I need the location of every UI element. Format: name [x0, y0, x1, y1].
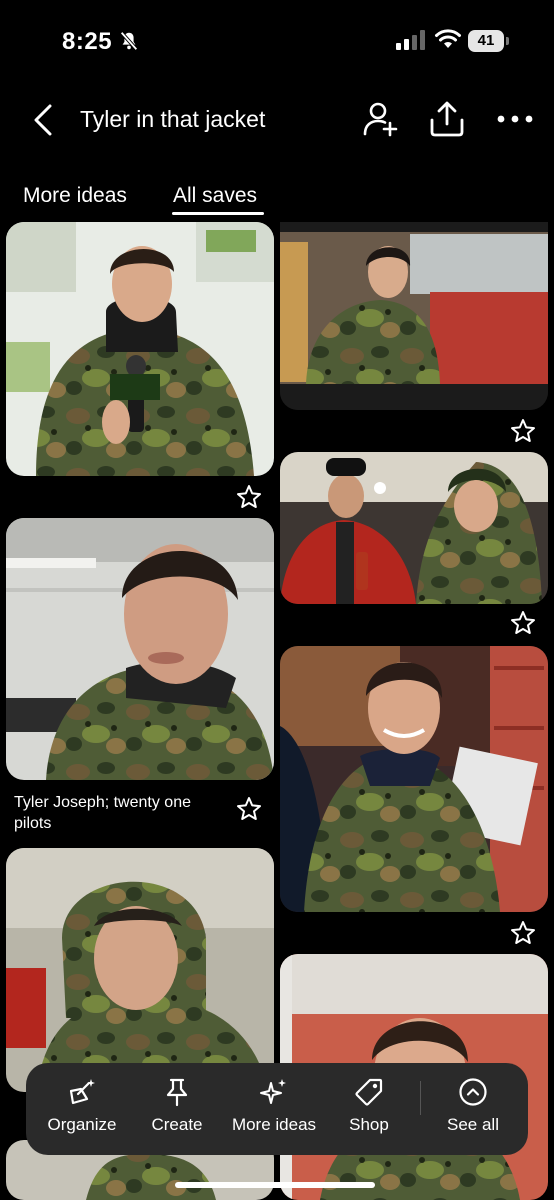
organize-icon: [69, 1079, 95, 1105]
battery-level: 41: [468, 30, 504, 52]
board-title: Tyler in that jacket: [80, 106, 266, 132]
battery-icon: 41: [468, 30, 510, 52]
pin-image[interactable]: [6, 518, 274, 780]
star-icon[interactable]: [510, 418, 536, 444]
wifi-icon: [435, 29, 461, 48]
home-indicator[interactable]: [175, 1182, 375, 1188]
see-all-label: See all: [447, 1115, 499, 1134]
shop-button[interactable]: Shop: [338, 1077, 400, 1143]
tab-more-ideas[interactable]: More ideas: [23, 184, 127, 208]
share-icon[interactable]: [428, 100, 466, 138]
board-tabs: More ideas All saves: [0, 180, 554, 220]
status-bar: 8:25 41: [0, 0, 554, 80]
pin-icon: [166, 1078, 188, 1107]
more-ideas-label: More ideas: [231, 1115, 317, 1134]
board-header: Tyler in that jacket: [0, 92, 554, 152]
status-time: 8:25: [62, 28, 113, 55]
bell-slash-icon: [120, 31, 138, 51]
chevron-left-icon[interactable]: [28, 102, 58, 138]
sparkle-icon: [260, 1079, 286, 1104]
pin-image[interactable]: [6, 848, 274, 1092]
see-all-button[interactable]: See all: [438, 1077, 508, 1143]
add-collaborator-icon[interactable]: [362, 100, 398, 138]
chevron-up-circle-icon: [459, 1078, 487, 1106]
pin-image[interactable]: [6, 222, 274, 476]
shop-label: Shop: [349, 1115, 389, 1134]
board-toolbar: Organize Create More ideas Shop See all: [26, 1063, 528, 1155]
star-icon[interactable]: [510, 920, 536, 946]
create-button[interactable]: Create: [142, 1077, 212, 1143]
cellular-signal-icon: [396, 30, 425, 50]
organize-label: Organize: [47, 1115, 117, 1134]
organize-button[interactable]: Organize: [38, 1077, 126, 1143]
tab-all-saves[interactable]: All saves: [173, 184, 257, 208]
pin-image[interactable]: [280, 646, 548, 912]
pin-image[interactable]: [280, 222, 548, 410]
star-icon[interactable]: [236, 484, 262, 510]
create-label: Create: [151, 1115, 203, 1134]
pin-image[interactable]: [280, 452, 548, 604]
selected-tab-indicator: [172, 212, 264, 215]
more-ideas-button[interactable]: More ideas: [226, 1077, 322, 1143]
star-icon[interactable]: [510, 610, 536, 636]
tag-icon: [355, 1078, 383, 1106]
toolbar-divider: [420, 1081, 421, 1115]
star-icon[interactable]: [236, 796, 262, 822]
more-options-icon[interactable]: [496, 108, 534, 130]
pin-caption: Tyler Joseph; twenty one pilots: [14, 794, 191, 832]
